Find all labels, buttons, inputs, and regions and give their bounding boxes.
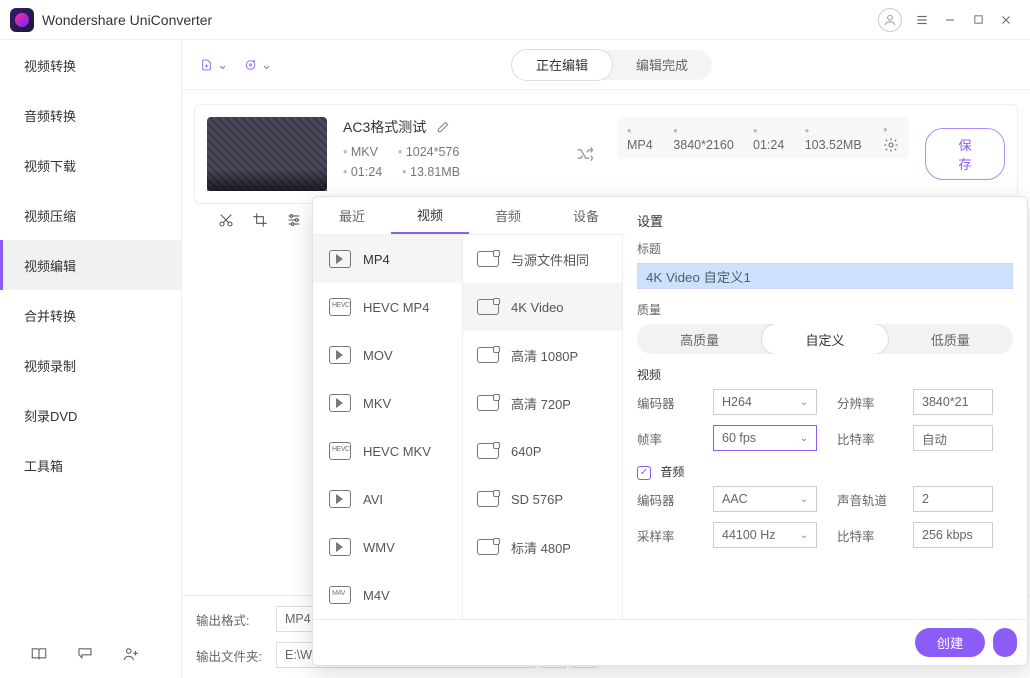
shuffle-icon[interactable] (575, 144, 595, 164)
tab-video[interactable]: 视频 (391, 197, 469, 234)
quality-custom[interactable]: 自定义 (762, 324, 887, 354)
output-format-label: 输出格式: (196, 610, 276, 629)
adjust-icon[interactable] (286, 212, 302, 228)
sidebar: 视频转换 音频转换 视频下载 视频压缩 视频编辑 合并转换 视频录制 刻录DVD… (0, 40, 182, 678)
user-icon[interactable] (878, 8, 902, 32)
gear-icon[interactable] (883, 123, 899, 153)
tab-done[interactable]: 编辑完成 (612, 50, 712, 80)
create-alt-button[interactable] (993, 628, 1017, 657)
audio-bitrate-label: 比特率 (837, 526, 893, 545)
sidebar-item-toolbox[interactable]: 工具箱 (0, 440, 181, 490)
video-encoder-select[interactable]: H264⌄ (713, 389, 817, 415)
app-logo (10, 8, 34, 32)
quality-high[interactable]: 高质量 (637, 324, 762, 354)
format-wmv[interactable]: WMV (313, 523, 462, 571)
format-settings-popover: 最近 视频 音频 设备 MP4 HEVC MP4 MOV MKV HEVC MK… (312, 196, 1028, 666)
sidebar-item-video-compress[interactable]: 视频压缩 (0, 190, 181, 240)
minimize-button[interactable] (936, 6, 964, 34)
save-button[interactable]: 保存 (925, 128, 1005, 180)
video-bitrate-select[interactable]: 自动 (913, 425, 993, 451)
preset-same-as-source[interactable]: 与源文件相同 (463, 235, 622, 283)
preset-480p[interactable]: 标清 480P (463, 523, 622, 571)
app-title: Wondershare UniConverter (42, 12, 212, 28)
add-disc-button[interactable]: ⌄ (244, 51, 272, 79)
video-thumbnail[interactable] (207, 117, 327, 191)
sidebar-item-merge-convert[interactable]: 合并转换 (0, 290, 181, 340)
tab-editing[interactable]: 正在编辑 (512, 50, 612, 80)
sidebar-item-video-download[interactable]: 视频下载 (0, 140, 181, 190)
fps-select[interactable]: 60 fps⌄ (713, 425, 817, 451)
preset-720p[interactable]: 高清 720P (463, 379, 622, 427)
audio-encoder-label: 编码器 (637, 490, 693, 509)
settings-title: 设置 (637, 211, 1013, 230)
sidebar-item-burn-dvd[interactable]: 刻录DVD (0, 390, 181, 440)
encoder-label: 编码器 (637, 393, 693, 412)
preset-title-input[interactable] (637, 263, 1013, 289)
format-hevc-mp4[interactable]: HEVC MP4 (313, 283, 462, 331)
close-button[interactable] (992, 6, 1020, 34)
format-mov[interactable]: MOV (313, 331, 462, 379)
audio-bitrate-select[interactable]: 256 kbps (913, 522, 993, 548)
audio-channel-select[interactable]: 2 (913, 486, 993, 512)
crop-icon[interactable] (252, 212, 268, 228)
cut-icon[interactable] (218, 212, 234, 228)
format-m4v[interactable]: M4V (313, 571, 462, 619)
samplerate-select[interactable]: 44100 Hz⌄ (713, 522, 817, 548)
sidebar-item-audio-convert[interactable]: 音频转换 (0, 90, 181, 140)
format-avi[interactable]: AVI (313, 475, 462, 523)
file-name: AC3格式测试 (343, 117, 426, 137)
person-add-icon[interactable] (122, 645, 140, 663)
resolution-select[interactable]: 3840*21 (913, 389, 993, 415)
audio-encoder-select[interactable]: AAC⌄ (713, 486, 817, 512)
preset-576p[interactable]: SD 576P (463, 475, 622, 523)
audio-channel-label: 声音轨道 (837, 490, 893, 509)
file-card: AC3格式测试 MKV1024*576 01:2413.81MB MP4 384… (194, 104, 1018, 204)
audio-section-label: 音频 (660, 465, 684, 479)
output-folder-label: 输出文件夹: (196, 646, 276, 665)
output-meta: MP4 3840*2160 01:24 103.52MB (617, 117, 909, 159)
resolution-label: 分辨率 (837, 393, 893, 412)
sidebar-item-video-record[interactable]: 视频录制 (0, 340, 181, 390)
preset-4k[interactable]: 4K Video (463, 283, 622, 331)
add-file-button[interactable]: ⌄ (200, 51, 228, 79)
tab-device[interactable]: 设备 (547, 197, 625, 234)
sidebar-item-video-edit[interactable]: 视频编辑 (0, 240, 181, 290)
create-button[interactable]: 创建 (915, 628, 986, 657)
feedback-icon[interactable] (76, 645, 94, 663)
sidebar-item-video-convert[interactable]: 视频转换 (0, 40, 181, 90)
quality-label: 质量 (637, 301, 1013, 318)
audio-enable-checkbox[interactable]: ✓ (637, 466, 651, 480)
tab-audio[interactable]: 音频 (469, 197, 547, 234)
title-label: 标题 (637, 240, 1013, 257)
format-mkv[interactable]: MKV (313, 379, 462, 427)
fps-label: 帧率 (637, 429, 693, 448)
bitrate-label: 比特率 (837, 429, 893, 448)
maximize-button[interactable] (964, 6, 992, 34)
preset-640p[interactable]: 640P (463, 427, 622, 475)
tab-recent[interactable]: 最近 (313, 197, 391, 234)
rename-icon[interactable] (436, 120, 450, 134)
menu-icon[interactable] (908, 6, 936, 34)
book-icon[interactable] (30, 645, 48, 663)
samplerate-label: 采样率 (637, 526, 693, 545)
format-mp4[interactable]: MP4 (313, 235, 462, 283)
quality-low[interactable]: 低质量 (888, 324, 1013, 354)
format-hevc-mkv[interactable]: HEVC MKV (313, 427, 462, 475)
preset-1080p[interactable]: 高清 1080P (463, 331, 622, 379)
video-section-label: 视频 (637, 366, 1013, 383)
